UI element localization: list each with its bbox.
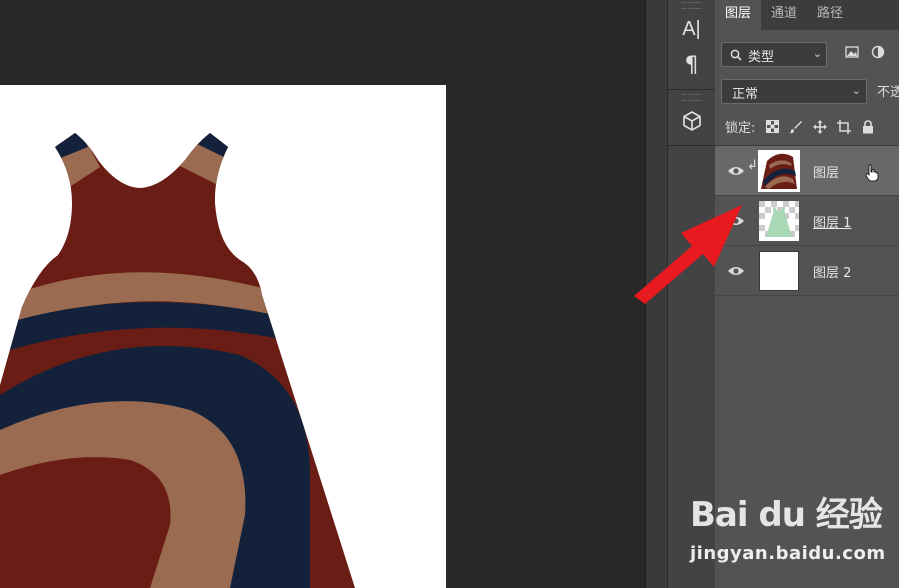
image-filter-icon[interactable] <box>845 45 859 59</box>
document-canvas-area[interactable] <box>0 0 645 588</box>
search-icon <box>730 49 742 61</box>
watermark-url: jingyan.baidu.com <box>690 543 886 564</box>
chevron-down-icon: ⌄ <box>812 47 822 60</box>
lock-all-icon[interactable] <box>861 119 875 134</box>
baidu-watermark: Bai du 经验 jingyan.baidu.com <box>690 487 890 567</box>
tab-channels[interactable]: 通道 <box>761 0 807 30</box>
blend-mode-value: 正常 <box>732 87 759 102</box>
lock-artboard-icon[interactable] <box>837 119 852 134</box>
eye-icon[interactable] <box>727 264 745 278</box>
paragraph-panel-icon[interactable]: ¶ <box>668 47 715 83</box>
tool-strip <box>645 0 668 588</box>
panel-grip[interactable] <box>682 94 701 101</box>
layer-row-2[interactable]: 图层 2 <box>715 246 899 296</box>
layer-name[interactable]: 图层 2 <box>813 262 851 281</box>
layer-name[interactable]: 图层 1 <box>813 212 851 231</box>
dress-artwork <box>0 133 355 588</box>
lock-move-icon[interactable] <box>813 119 828 134</box>
eye-icon[interactable] <box>727 164 745 178</box>
layer-row-1[interactable]: 图层 1 <box>715 196 899 246</box>
layer-filter-select[interactable]: 类型 ⌄ <box>721 42 827 67</box>
layer-row-pattern[interactable]: ↲ 图层 <box>715 146 899 196</box>
layer-name[interactable]: 图层 <box>813 162 839 181</box>
blend-mode-select[interactable]: 正常 ⌄ <box>721 79 867 104</box>
hand-cursor-icon <box>865 164 879 182</box>
lock-transparency-icon[interactable] <box>765 120 779 134</box>
lock-label: 锁定: <box>725 121 756 136</box>
chevron-down-icon: ⌄ <box>851 84 861 97</box>
cube-icon <box>682 111 701 131</box>
character-panel-icon[interactable]: A| <box>668 11 715 47</box>
panel-separator <box>668 145 715 146</box>
panel-grip[interactable] <box>682 2 701 9</box>
character-glyph: A| <box>682 17 701 40</box>
filter-icons <box>845 45 885 59</box>
adjustment-filter-icon[interactable] <box>871 45 885 59</box>
white-thumbnail[interactable] <box>759 251 799 291</box>
filter-value: 类型 <box>748 50 775 65</box>
panel-tabs: 图层 通道 路径 <box>715 0 899 30</box>
watermark-brand: Bai du 经验 <box>690 495 883 535</box>
tab-layers[interactable]: 图层 <box>715 0 762 30</box>
lock-row: 锁定: <box>725 117 875 136</box>
eye-icon[interactable] <box>727 214 745 228</box>
paragraph-glyph: ¶ <box>684 52 699 78</box>
3d-panel-icon[interactable] <box>668 103 715 139</box>
document-canvas[interactable] <box>0 85 446 588</box>
clipping-mask-arrow-icon: ↲ <box>747 158 758 173</box>
pattern-thumbnail[interactable] <box>758 150 800 192</box>
opacity-label: 不透 <box>877 85 899 100</box>
dress-thumbnail[interactable] <box>759 201 799 241</box>
tab-paths[interactable]: 路径 <box>807 0 853 30</box>
lock-brush-icon[interactable] <box>789 120 803 134</box>
panel-separator <box>668 89 715 90</box>
